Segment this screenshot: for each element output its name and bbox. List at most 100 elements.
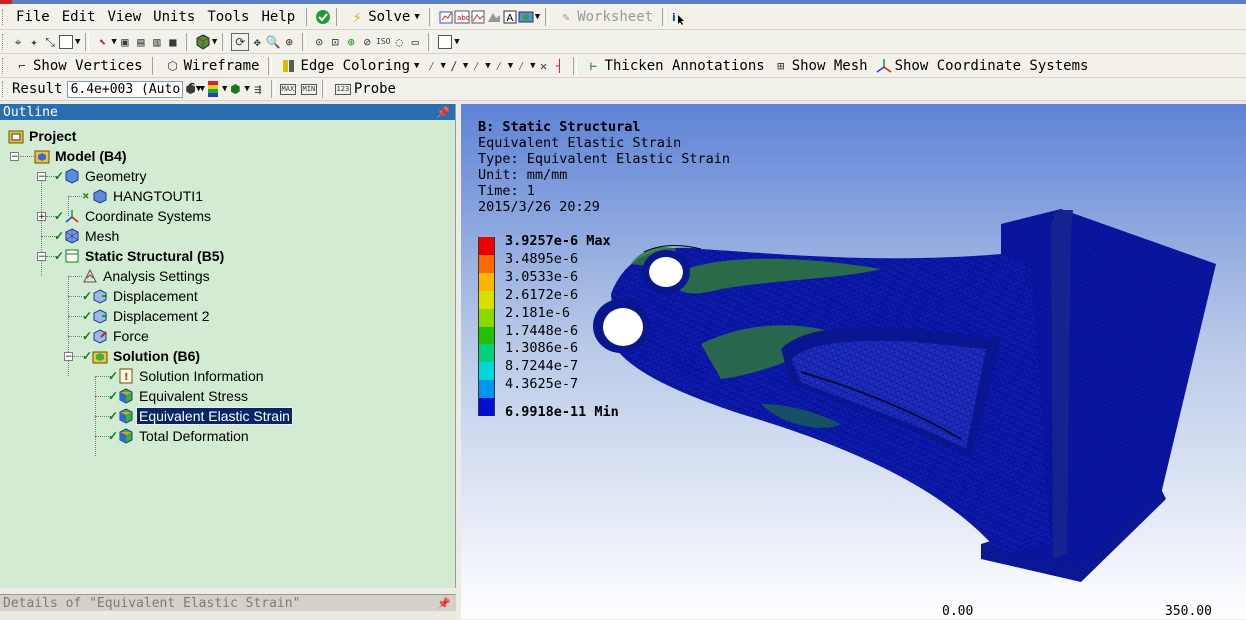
pin-icon[interactable]: 📌 <box>437 597 451 610</box>
graphics-viewport[interactable]: B: Static Structural Equivalent Elastic … <box>461 104 1246 619</box>
select-face-icon[interactable] <box>58 34 74 50</box>
tree-item-model[interactable]: Model (B4) <box>34 146 129 166</box>
result-scale-select[interactable]: 6.4e+003 (Auto S ▼ <box>66 80 201 98</box>
tree-item-coordinate-systems[interactable]: ✓ Coordinate Systems <box>54 206 213 226</box>
fe-model-bracket[interactable] <box>461 104 1246 619</box>
expand-coordinate-systems-toggle[interactable]: + <box>37 212 46 222</box>
collapse-solution-toggle[interactable]: − <box>64 352 73 362</box>
pin-icon[interactable]: 📌 <box>436 106 450 119</box>
tree-item-force[interactable]: ✓ Force <box>82 326 151 346</box>
tree-item-solution-information[interactable]: ✓ ! Solution Information <box>108 366 266 386</box>
view-cube-icon[interactable] <box>195 33 211 50</box>
tree-item-geometry[interactable]: ✓ Geometry <box>54 166 148 186</box>
select-vertex-icon[interactable]: ✦ <box>26 34 42 50</box>
menu-edit[interactable]: Edit <box>56 9 102 25</box>
show-vertices-button[interactable]: ⌐ Show Vertices <box>10 56 147 76</box>
check-icon: ✓ <box>108 389 119 403</box>
thicken-annotations-button[interactable]: ⊢ Thicken Annotations <box>582 56 769 76</box>
menu-tools[interactable]: Tools <box>201 9 255 25</box>
solve-button[interactable]: ⚡ Solve ▼ <box>345 7 424 27</box>
info-cursor-icon[interactable]: i <box>671 9 687 25</box>
text-annotation-icon[interactable]: A <box>502 9 518 25</box>
tree-item-equivalent-stress[interactable]: ✓ Equivalent Stress <box>108 386 250 406</box>
thicken-icon: ⊢ <box>589 58 598 73</box>
figure-icon[interactable] <box>470 9 486 25</box>
image-to-file-icon[interactable] <box>518 9 534 25</box>
next-view-icon[interactable]: ▭ <box>407 34 423 50</box>
collapse-static-structural-toggle[interactable]: − <box>37 252 46 262</box>
geometry-display-icon[interactable]: ⬢ <box>183 81 199 97</box>
vector-display-icon[interactable]: ⇶ <box>250 81 266 97</box>
edge-style-2-icon[interactable]: ∕ <box>446 58 462 74</box>
edge-gap-icon[interactable]: ┤ <box>552 58 568 74</box>
tree-item-displacement[interactable]: ✓ Displacement <box>82 286 200 306</box>
tree-item-total-deformation[interactable]: ✓ Total Deformation <box>108 426 251 446</box>
tree-item-project[interactable]: Project <box>8 126 78 146</box>
tree-item-hangtouti1[interactable]: ✕ HANGTOUTI1 <box>82 186 205 206</box>
image-icon[interactable] <box>486 9 502 25</box>
select-mode-icon[interactable]: ⬉ <box>94 34 110 50</box>
viewport-layout-icon[interactable] <box>437 34 453 50</box>
edge-style-3-icon[interactable]: ⁄ <box>468 58 484 74</box>
check-icon: ✓ <box>82 329 93 343</box>
check-icon: ✓ <box>82 289 93 303</box>
show-mesh-button[interactable]: ⊞ Show Mesh <box>769 56 872 76</box>
edge-style-4-icon[interactable]: ⁄ <box>491 58 507 74</box>
min-label-icon[interactable]: MIN <box>300 83 317 95</box>
edge-style-1-icon[interactable]: ⁄ <box>423 58 439 74</box>
select-part-icon[interactable]: ▥ <box>149 34 165 50</box>
new-chart-icon[interactable] <box>438 9 454 25</box>
body-icon <box>92 188 108 204</box>
menu-view[interactable]: View <box>101 9 147 25</box>
wireframe-icon: ⬡ <box>167 58 178 73</box>
details-title-bar: Details of "Equivalent Elastic Strain" 📌 <box>0 595 456 611</box>
check-circle-icon[interactable] <box>315 9 331 25</box>
zoom-fit-icon[interactable]: ⊙ <box>311 34 327 50</box>
worksheet-button[interactable]: ✎ Worksheet <box>554 7 657 27</box>
pan-icon[interactable]: ✥ <box>249 34 265 50</box>
tree-item-equivalent-elastic-strain[interactable]: ✓ Equivalent Elastic Strain <box>108 406 293 426</box>
zoom-region-icon[interactable]: ⊡ <box>327 34 343 50</box>
project-icon <box>8 128 24 144</box>
zoom-box-icon[interactable]: ⊕ <box>281 34 297 50</box>
tree-item-solution[interactable]: ✓ Solution (B6) <box>82 346 202 366</box>
menu-file[interactable]: File <box>10 9 56 25</box>
analysis-settings-icon <box>82 268 98 284</box>
magnifier-icon[interactable]: ⊘ <box>359 34 375 50</box>
select-body-icon[interactable]: ▣ <box>117 34 133 50</box>
lightning-icon: ⚡ <box>352 7 362 26</box>
check-icon: ✓ <box>54 249 65 263</box>
select-point-icon[interactable]: ⌖ <box>10 34 26 50</box>
select-edge-icon[interactable]: ▤ <box>133 34 149 50</box>
iso-view-icon[interactable]: ISO <box>375 34 391 50</box>
comment-icon[interactable]: abc <box>454 9 470 25</box>
rotate-icon[interactable]: ⟳ <box>231 32 250 51</box>
tree-item-static-structural[interactable]: ✓ Static Structural (B5) <box>54 246 226 266</box>
menu-help[interactable]: Help <box>255 9 301 25</box>
menu-toolbar: File Edit View Units Tools Help ⚡ Solve ▼ … <box>0 4 1246 30</box>
force-icon <box>92 328 108 344</box>
wireframe-button[interactable]: ⬡ Wireframe <box>161 56 264 76</box>
previous-view-icon[interactable]: ◌ <box>391 34 407 50</box>
edge-style-5-icon[interactable]: ⁄ <box>513 58 529 74</box>
max-label-icon[interactable]: MAX <box>279 83 296 95</box>
collapse-model-toggle[interactable]: − <box>10 152 19 162</box>
edges-display-icon[interactable]: ⬢ <box>227 81 243 97</box>
show-coordinate-systems-button[interactable]: Show Coordinate Systems <box>872 56 1093 76</box>
select-all-icon[interactable]: ■ <box>165 34 181 50</box>
tree-item-analysis-settings[interactable]: Analysis Settings <box>82 266 212 286</box>
coordinate-axes-icon <box>876 58 892 74</box>
menu-units[interactable]: Units <box>147 9 201 25</box>
probe-button[interactable]: 123 Probe <box>331 79 400 99</box>
select-xyz-icon[interactable]: ⤡ <box>42 34 58 50</box>
tree-item-mesh[interactable]: ✓ Mesh <box>54 226 121 246</box>
contour-bands-icon[interactable] <box>205 81 221 97</box>
zoom-in-icon[interactable]: ⊕ <box>343 34 359 50</box>
check-icon: ✓ <box>108 369 119 383</box>
collapse-geometry-toggle[interactable]: − <box>37 172 46 182</box>
zoom-icon[interactable]: 🔍 <box>265 34 281 50</box>
outline-panel: Outline 📌 − − + − − Project Model (B4) ✓… <box>0 104 456 588</box>
tree-item-displacement-2[interactable]: ✓ Displacement 2 <box>82 306 212 326</box>
pin-edge-icon[interactable]: ✕ <box>536 58 552 74</box>
edge-coloring-button[interactable]: Edge Coloring ▼ <box>277 56 423 76</box>
